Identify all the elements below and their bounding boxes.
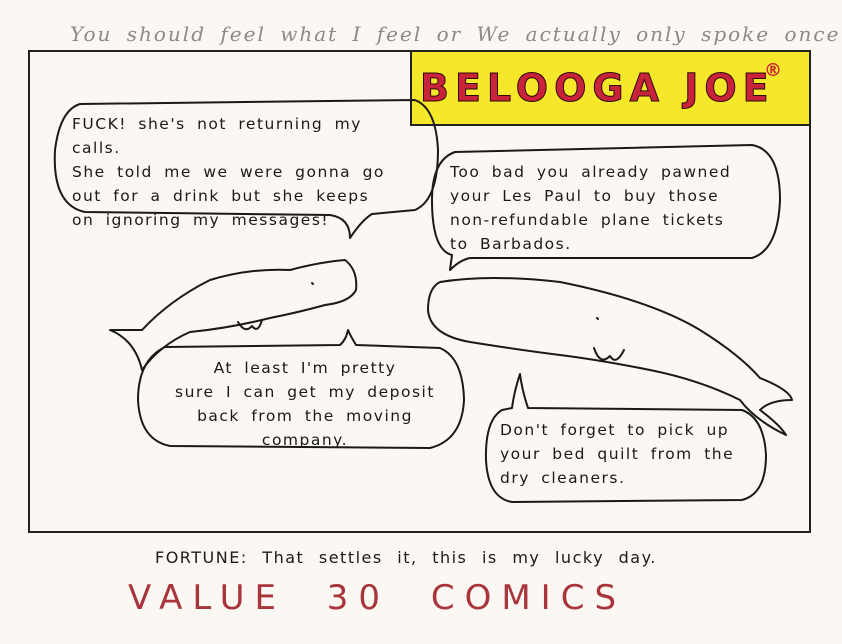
bubble-1-text: FUCK! she's not returning my calls. She …	[72, 115, 385, 229]
value-label: VALUE 30 COMICS	[128, 578, 627, 618]
bubble-2-text: Too bad you already pawned your Les Paul…	[450, 163, 732, 253]
whale-left	[109, 259, 358, 371]
bubble-4-text: Don't forget to pick up your bed quilt f…	[500, 421, 735, 487]
whale-left-eye	[311, 282, 314, 285]
bubble-3-text: At least I'm pretty sure I can get my de…	[175, 359, 435, 449]
fortune-caption: FORTUNE: That settles it, this is my luc…	[155, 548, 657, 567]
whale-right-fin	[593, 347, 625, 361]
whale-right-eye	[596, 317, 599, 320]
